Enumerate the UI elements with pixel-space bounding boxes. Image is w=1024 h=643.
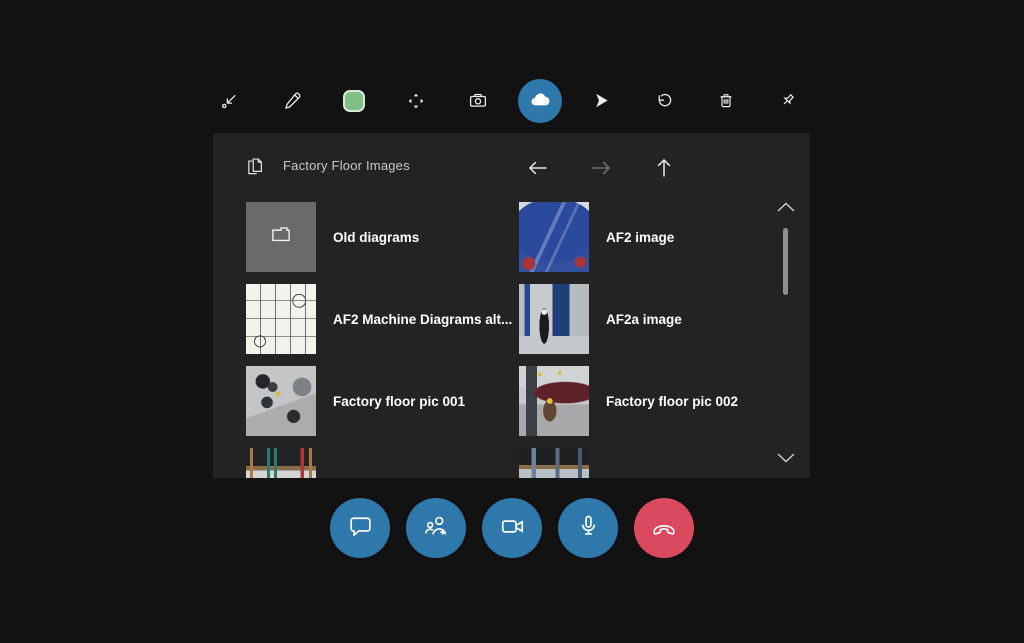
end-call-button[interactable] bbox=[634, 498, 694, 558]
add-participant-button[interactable] bbox=[406, 498, 466, 558]
collapse-icon bbox=[220, 91, 240, 111]
pencil-icon bbox=[282, 91, 302, 111]
video-camera-icon bbox=[499, 513, 526, 543]
onedrive-cloud-icon bbox=[529, 90, 551, 112]
microphone-button[interactable] bbox=[558, 498, 618, 558]
nav-back-button[interactable] bbox=[522, 153, 554, 185]
file-label: Old diagrams bbox=[333, 230, 419, 245]
delete-button[interactable] bbox=[704, 79, 748, 123]
file-item-partial-right[interactable] bbox=[519, 448, 792, 478]
scroll-down-button[interactable] bbox=[773, 448, 799, 470]
folder-thumbnail bbox=[246, 202, 316, 272]
chat-bubble-icon bbox=[347, 513, 374, 543]
microphone-icon bbox=[575, 513, 602, 543]
file-item-af2-machine-diagrams[interactable]: AF2 Machine Diagrams alt... bbox=[246, 284, 519, 354]
file-item-af2-image[interactable]: AF2 image bbox=[519, 202, 792, 272]
end-call-icon bbox=[650, 513, 678, 544]
folder-icon bbox=[268, 222, 294, 253]
add-person-icon bbox=[423, 513, 450, 543]
pin-button[interactable] bbox=[766, 79, 810, 123]
image-thumbnail bbox=[246, 366, 316, 436]
screenshot-button[interactable] bbox=[456, 79, 500, 123]
file-item-af2a-image[interactable]: AF2a image bbox=[519, 284, 792, 354]
chat-button[interactable] bbox=[330, 498, 390, 558]
send-icon bbox=[592, 91, 612, 111]
image-thumbnail bbox=[246, 284, 316, 354]
image-thumbnail bbox=[519, 202, 589, 272]
annotation-toolbar bbox=[208, 79, 810, 123]
file-browser-panel: Factory Floor Images bbox=[213, 133, 810, 478]
file-label: AF2 Machine Diagrams alt... bbox=[333, 312, 512, 327]
file-label: AF2 image bbox=[606, 230, 674, 245]
scroll-up-button[interactable] bbox=[773, 197, 799, 219]
scrollbar-thumb[interactable] bbox=[783, 228, 788, 295]
arrow-left-icon bbox=[525, 155, 551, 184]
collapse-button[interactable] bbox=[208, 79, 252, 123]
chevron-up-icon bbox=[775, 200, 797, 217]
folder-title: Factory Floor Images bbox=[283, 133, 410, 197]
chevron-down-icon bbox=[775, 451, 797, 468]
nav-up-button[interactable] bbox=[648, 153, 680, 185]
nav-forward-button[interactable] bbox=[585, 153, 617, 185]
file-label: Factory floor pic 002 bbox=[606, 394, 738, 409]
image-thumbnail bbox=[246, 448, 316, 478]
file-grid: Old diagrams AF2 image AF2 Machine Diagr… bbox=[246, 202, 792, 478]
arrow-up-icon bbox=[651, 155, 677, 184]
call-controls bbox=[0, 498, 1024, 558]
send-button[interactable] bbox=[580, 79, 624, 123]
file-label: AF2a image bbox=[606, 312, 682, 327]
image-thumbnail bbox=[519, 284, 589, 354]
file-item-partial-left[interactable] bbox=[246, 448, 519, 478]
pin-icon bbox=[778, 91, 798, 111]
file-item-factory-floor-002[interactable]: Factory floor pic 002 bbox=[519, 366, 792, 436]
green-color-swatch-icon bbox=[343, 90, 365, 112]
file-label: Factory floor pic 001 bbox=[333, 394, 465, 409]
move-icon bbox=[406, 91, 426, 111]
image-thumbnail bbox=[519, 448, 589, 478]
color-swatch-button[interactable] bbox=[332, 79, 376, 123]
video-button[interactable] bbox=[482, 498, 542, 558]
file-item-factory-floor-001[interactable]: Factory floor pic 001 bbox=[246, 366, 519, 436]
arrow-right-icon bbox=[588, 155, 614, 184]
file-item-old-diagrams[interactable]: Old diagrams bbox=[246, 202, 519, 272]
image-thumbnail bbox=[519, 366, 589, 436]
undo-icon bbox=[654, 91, 674, 111]
move-button[interactable] bbox=[394, 79, 438, 123]
pencil-button[interactable] bbox=[270, 79, 314, 123]
camera-icon bbox=[468, 91, 488, 111]
trash-icon bbox=[716, 91, 736, 111]
onedrive-files-button[interactable] bbox=[518, 79, 562, 123]
documents-folder-icon bbox=[244, 156, 266, 183]
undo-button[interactable] bbox=[642, 79, 686, 123]
call-screen: Factory Floor Images bbox=[0, 0, 1024, 643]
